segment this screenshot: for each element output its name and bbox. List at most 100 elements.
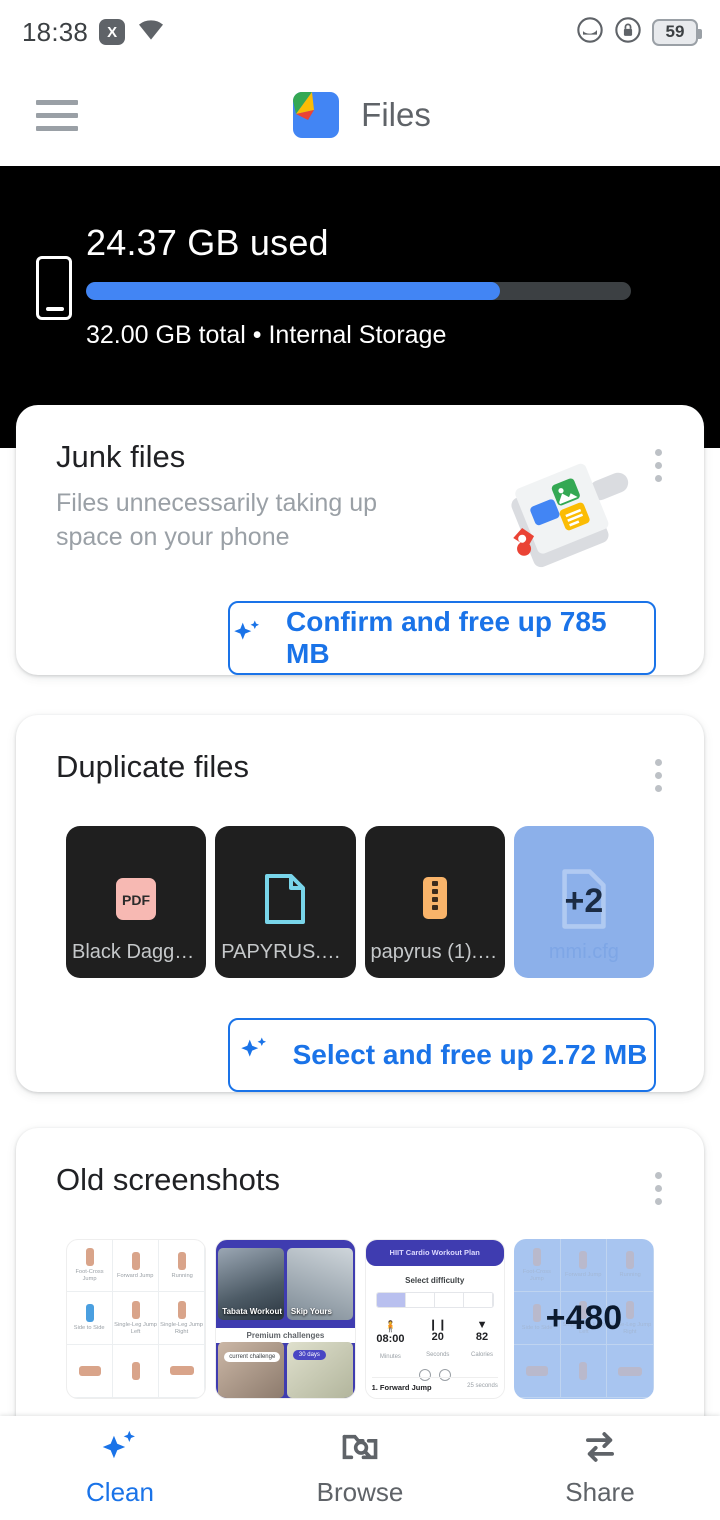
x-app-badge-icon: X <box>99 19 125 45</box>
folder-search-icon <box>339 1428 381 1471</box>
duplicate-files-card[interactable]: Duplicate files PDF Black Dagger B... <box>16 715 704 1092</box>
status-bar-right: 59 <box>576 16 698 49</box>
challenge-photo: current challenge <box>218 1342 284 1398</box>
runner-icon: 🧍 <box>376 1320 404 1333</box>
nav-item-share[interactable]: Share <box>480 1428 720 1508</box>
hiit-header-bar: HIIT Cardio Workout Plan <box>366 1240 504 1266</box>
exercise-figure-icon <box>132 1252 140 1270</box>
screenshot-thumb[interactable]: Tabata Workout Skip Yours Premium challe… <box>215 1239 355 1399</box>
exercise-label: Single-Leg Jump Right <box>160 1322 203 1335</box>
hiit-exercise-row: 1. Forward Jump 25 seconds <box>372 1377 498 1392</box>
duplicate-tile-label: mmi.cfg <box>514 941 654 964</box>
exercise-figure-icon <box>178 1252 186 1270</box>
nav-item-browse[interactable]: Browse <box>240 1428 480 1508</box>
sparkle-icon <box>230 617 264 658</box>
challenge-card-row: current challenge 30 days <box>218 1342 352 1398</box>
exercise-label: Running <box>171 1273 192 1279</box>
duplicates-select-free-up-button[interactable]: Select and free up 2.72 MB <box>228 1018 656 1092</box>
hiit-stat-label: Calories <box>471 1352 493 1358</box>
exercise-figure-icon <box>132 1362 140 1380</box>
days-chip: 30 days <box>293 1350 326 1360</box>
status-bar: 18:38 X 59 <box>0 0 720 64</box>
workout-caption: Tabata Workout <box>222 1307 282 1316</box>
duplicate-tile[interactable]: PDF Black Dagger B... <box>66 826 206 978</box>
hiit-stat-value: 08:00 <box>376 1333 404 1345</box>
hiit-stats-row: 🧍 08:00 Minutes ❙❙ 20 Seconds ▼ 82 <box>366 1320 504 1363</box>
workout-caption: Skip Yours <box>291 1307 332 1316</box>
svg-text:PDF: PDF <box>122 892 150 908</box>
zip-file-icon <box>411 872 459 931</box>
pdf-file-icon: PDF <box>109 872 163 931</box>
exercise-label: Side to Side <box>74 1325 105 1331</box>
app-title: Files <box>361 96 431 134</box>
hiit-plan-screen: HIIT Cardio Workout Plan Select difficul… <box>366 1240 504 1398</box>
nav-label-clean: Clean <box>86 1477 154 1508</box>
duplicate-file-tiles: PDF Black Dagger B... PAPYRUS.TTF <box>16 826 704 978</box>
clean-cards-scroll[interactable]: Junk files Files unnecessarily taking up… <box>0 166 720 1416</box>
hiit-select-difficulty-label: Select difficulty <box>366 1276 504 1285</box>
exercise-figure-icon <box>178 1301 186 1319</box>
junk-confirm-free-up-button[interactable]: Confirm and free up 785 MB <box>228 601 656 675</box>
duplicate-tile-label: papyrus (1).zip <box>365 941 505 964</box>
data-saver-icon <box>576 16 604 49</box>
exercise-figure-icon <box>86 1304 94 1322</box>
nav-item-clean[interactable]: Clean <box>0 1428 240 1508</box>
challenge-photo: 30 days <box>287 1342 353 1398</box>
nav-label-share: Share <box>565 1477 634 1508</box>
duplicate-tile-label: PAPYRUS.TTF <box>215 941 355 964</box>
exercise-label: Single-Leg Jump Left <box>114 1322 157 1335</box>
hiit-exercise-name: 1. Forward Jump <box>372 1383 432 1392</box>
duplicates-card-title: Duplicate files <box>56 749 249 785</box>
hamburger-menu-icon[interactable] <box>36 100 78 131</box>
screenshot-thumbs: Foot-Cross Jump Forward Jump Running Sid… <box>16 1239 704 1399</box>
hiit-header-label: HIIT Cardio Workout Plan <box>390 1248 480 1257</box>
old-screenshots-card[interactable]: Old screenshots Foot-Cross Jump Forward … <box>16 1128 704 1417</box>
screenshot-thumb-more[interactable]: Foot-Cross Jump Forward Jump Running Sid… <box>514 1239 654 1399</box>
duplicate-tile[interactable]: papyrus (1).zip <box>365 826 505 978</box>
exercise-figure-icon <box>86 1248 94 1266</box>
share-arrows-icon <box>579 1428 621 1471</box>
app-bar: Files <box>0 64 720 166</box>
duplicate-tile-more[interactable]: +2 mmi.cfg <box>514 826 654 978</box>
duplicate-tile[interactable]: PAPYRUS.TTF <box>215 826 355 978</box>
duplicates-cta-label: Select and free up 2.72 MB <box>293 1039 648 1071</box>
flame-icon: ▼ <box>471 1320 493 1331</box>
junk-files-card[interactable]: Junk files Files unnecessarily taking up… <box>16 405 704 675</box>
hiit-stat-value: 82 <box>471 1331 493 1343</box>
exercise-label: Forward Jump <box>117 1273 153 1279</box>
premium-challenges-label: Premium challenges <box>216 1328 354 1343</box>
pause-icon: ❙❙ <box>426 1320 449 1331</box>
hiit-stat-seconds: ❙❙ 20 Seconds <box>426 1320 449 1363</box>
bottom-navigation: Clean Browse Share <box>0 1416 720 1520</box>
exercise-label: Foot-Cross Jump <box>68 1270 111 1283</box>
difficulty-segmented-control <box>376 1292 494 1308</box>
hiit-exercise-duration: 25 seconds <box>467 1383 498 1392</box>
workout-photo: Skip Yours <box>287 1248 353 1320</box>
exercise-figure-icon <box>170 1366 194 1375</box>
junk-card-title: Junk files <box>56 439 436 475</box>
screenshots-card-more-vert-icon[interactable] <box>638 1162 678 1205</box>
duplicate-tile-label: Black Dagger B... <box>66 941 206 964</box>
screenshots-card-title: Old screenshots <box>56 1162 280 1198</box>
hiit-stat-label: Minutes <box>380 1354 401 1360</box>
hiit-stat-value: 20 <box>426 1331 449 1343</box>
app-brand: Files <box>289 88 431 142</box>
wifi-icon <box>136 18 166 47</box>
exercise-figure-icon <box>79 1366 101 1376</box>
duplicates-card-more-vert-icon[interactable] <box>638 749 678 792</box>
hiit-stat-minutes: 🧍 08:00 Minutes <box>376 1320 404 1363</box>
screenshot-thumb[interactable]: HIIT Cardio Workout Plan Select difficul… <box>365 1239 505 1399</box>
sparkle-icon <box>99 1428 141 1471</box>
screenshots-more-count: +480 <box>514 1239 654 1399</box>
hiit-stat-calories: ▼ 82 Calories <box>471 1320 493 1363</box>
dustpan-junk-illustration-icon <box>500 447 650 577</box>
files-app-logo <box>289 88 343 142</box>
status-time: 18:38 <box>22 17 88 48</box>
status-bar-left: 18:38 X <box>22 17 166 48</box>
workout-card-row: Tabata Workout Skip Yours <box>216 1248 354 1320</box>
screenshot-thumb[interactable]: Foot-Cross Jump Forward Jump Running Sid… <box>66 1239 206 1399</box>
junk-cta-label: Confirm and free up 785 MB <box>286 606 654 670</box>
generic-file-icon <box>261 871 309 932</box>
junk-card-subtitle: Files unnecessarily taking up space on y… <box>56 487 436 555</box>
sparkle-icon <box>237 1034 271 1075</box>
